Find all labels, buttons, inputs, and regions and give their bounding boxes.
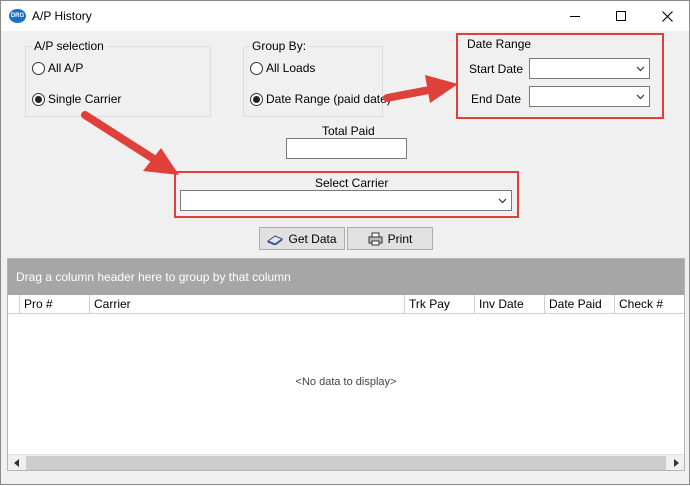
window-title: A/P History [32, 9, 92, 23]
group-panel-hint: Drag a column header here to group by th… [16, 270, 291, 284]
row-indicator-header [8, 295, 20, 313]
column-header-check[interactable]: Check # [615, 295, 684, 313]
radio-date-range-paid[interactable]: Date Range (paid date) [250, 92, 391, 106]
select-carrier-dropdown[interactable] [180, 190, 512, 211]
date-range-legend: Date Range [467, 37, 532, 51]
caret-left-icon [13, 459, 19, 467]
scroll-right-button[interactable] [667, 455, 684, 471]
print-button[interactable]: Print [347, 227, 433, 250]
close-button[interactable] [644, 1, 690, 31]
minimize-icon [570, 15, 580, 17]
radio-button-selected[interactable] [32, 92, 45, 106]
minimize-button[interactable] [552, 1, 598, 31]
arrow-head-select-carrier [143, 148, 179, 175]
radio-button[interactable] [250, 61, 263, 75]
ap-history-window: DRG A/P History A/P selection All A/P Si… [0, 0, 690, 485]
select-carrier-label: Select Carrier [315, 176, 389, 190]
radio-label: Single Carrier [48, 92, 122, 106]
group-by-legend: Group By: [252, 39, 307, 53]
column-header-date-paid[interactable]: Date Paid [545, 295, 615, 313]
empty-grid-message: <No data to display> [295, 376, 397, 388]
column-header-inv-date[interactable]: Inv Date [475, 295, 545, 313]
printer-icon [368, 232, 383, 245]
maximize-button[interactable] [598, 1, 644, 31]
radio-label: Date Range (paid date) [266, 92, 391, 106]
title-bar: DRG A/P History [1, 1, 689, 31]
arrow-to-date-range [383, 86, 433, 102]
arrow-to-select-carrier [81, 111, 161, 165]
chevron-down-icon [636, 66, 645, 72]
group-by-drop-panel[interactable]: Drag a column header here to group by th… [8, 259, 684, 295]
chevron-down-icon [636, 94, 645, 100]
scrollbar-thumb[interactable] [26, 456, 666, 470]
start-date-picker[interactable] [529, 58, 650, 79]
total-paid-label: Total Paid [322, 124, 375, 138]
start-date-label: Start Date [469, 62, 524, 76]
app-logo-icon: DRG [9, 9, 26, 23]
book-icon [267, 235, 284, 245]
end-date-label: End Date [471, 92, 522, 106]
grid-header-row: Pro # Carrier Trk Pay Inv Date Date Paid… [8, 295, 684, 314]
get-data-button[interactable]: Get Data [259, 227, 345, 250]
caret-right-icon [673, 459, 679, 467]
horizontal-scrollbar[interactable] [8, 454, 684, 470]
total-paid-field[interactable] [286, 138, 407, 159]
radio-button[interactable] [32, 61, 45, 75]
radio-button-selected[interactable] [250, 92, 263, 106]
column-header-carrier[interactable]: Carrier [90, 295, 405, 313]
ap-history-grid: Drag a column header here to group by th… [7, 258, 685, 471]
ap-selection-legend: A/P selection [34, 39, 104, 53]
maximize-icon [616, 11, 626, 21]
radio-all-loads[interactable]: All Loads [250, 61, 315, 75]
chevron-down-icon [498, 198, 507, 204]
radio-label: All A/P [48, 61, 84, 75]
close-icon [661, 10, 673, 22]
arrow-head-date-range [425, 75, 458, 103]
radio-label: All Loads [266, 61, 316, 75]
end-date-picker[interactable] [529, 86, 650, 107]
column-header-trk-pay[interactable]: Trk Pay [405, 295, 475, 313]
print-label: Print [387, 231, 413, 246]
radio-all-ap[interactable]: All A/P [32, 61, 83, 75]
radio-single-carrier[interactable]: Single Carrier [32, 92, 121, 106]
column-header-pro[interactable]: Pro # [20, 295, 90, 313]
scroll-left-button[interactable] [8, 455, 25, 471]
get-data-label: Get Data [288, 231, 337, 246]
